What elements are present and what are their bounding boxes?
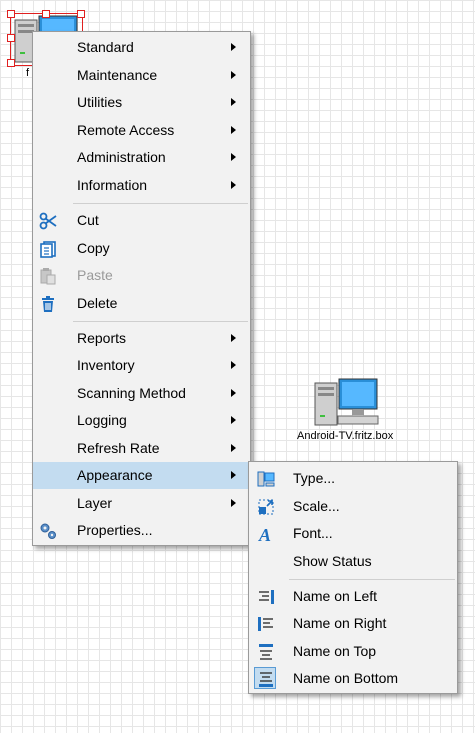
scissors-icon <box>39 212 57 230</box>
menu-item-inventory[interactable]: Inventory <box>33 352 250 379</box>
menu-item-layer[interactable]: Layer <box>33 490 250 517</box>
paste-icon <box>40 268 56 285</box>
menu-item-label: Administration <box>77 149 166 165</box>
menu-item-label: Properties... <box>77 522 153 538</box>
menu-item-scanning-method[interactable]: Scanning Method <box>33 380 250 407</box>
menu-item-label: Maintenance <box>77 67 158 83</box>
gears-icon <box>40 523 56 539</box>
scale-icon <box>258 499 274 515</box>
device-label: Android-TV.fritz.box <box>297 430 394 442</box>
menu-item-copy[interactable]: Copy <box>33 235 250 262</box>
submenu-item-show-status[interactable]: Show Status <box>249 548 457 575</box>
menu-item-label: Name on Bottom <box>293 670 399 686</box>
resize-handle-tc[interactable] <box>42 10 50 18</box>
menu-item-appearance[interactable]: Appearance <box>33 462 250 489</box>
submenu-arrow-icon <box>231 43 236 51</box>
menu-item-label: Delete <box>77 295 118 311</box>
submenu-item-name-on-left[interactable]: Name on Left <box>249 583 457 610</box>
computer-icon <box>314 378 379 426</box>
menu-item-label: Paste <box>77 267 113 283</box>
align-top-icon <box>259 644 273 660</box>
align-bottom-icon <box>259 672 273 687</box>
submenu-arrow-icon <box>231 334 236 342</box>
submenu-item-font[interactable]: A Font... <box>249 520 457 547</box>
menu-item-information[interactable]: Information <box>33 172 250 199</box>
menu-separator <box>73 321 248 322</box>
submenu-arrow-icon <box>231 389 236 397</box>
menu-item-administration[interactable]: Administration <box>33 144 250 171</box>
menu-item-refresh-rate[interactable]: Refresh Rate <box>33 435 250 462</box>
font-icon: A <box>258 525 271 543</box>
submenu-arrow-icon <box>231 71 236 79</box>
trash-icon <box>42 296 54 312</box>
resize-handle-ml[interactable] <box>7 34 15 42</box>
menu-item-reports[interactable]: Reports <box>33 325 250 352</box>
menu-item-label: Layer <box>77 495 113 511</box>
submenu-arrow-icon <box>231 499 236 507</box>
submenu-arrow-icon <box>231 444 236 452</box>
menu-item-label: Font... <box>293 525 333 541</box>
device-label: f <box>26 67 30 79</box>
menu-separator <box>289 579 455 580</box>
menu-item-label: Name on Left <box>293 588 378 604</box>
submenu-item-scale[interactable]: Scale... <box>249 493 457 520</box>
menu-separator <box>73 203 248 204</box>
device-type-icon <box>257 471 275 487</box>
submenu-item-name-on-bottom[interactable]: Name on Bottom <box>249 665 457 692</box>
menu-item-maintenance[interactable]: Maintenance <box>33 62 250 89</box>
menu-item-label: Scale... <box>293 498 340 514</box>
menu-item-label: Refresh Rate <box>77 440 160 456</box>
resize-handle-tr[interactable] <box>77 10 85 18</box>
submenu-item-name-on-top[interactable]: Name on Top <box>249 638 457 665</box>
device-android-tv[interactable]: Android-TV.fritz.box <box>296 377 406 443</box>
menu-item-paste[interactable]: Paste <box>33 262 250 289</box>
align-left-icon <box>259 590 274 604</box>
menu-item-cut[interactable]: Cut <box>33 207 250 234</box>
menu-item-remote-access[interactable]: Remote Access <box>33 117 250 144</box>
context-menu: Standard Maintenance Utilities Remote Ac… <box>32 31 251 546</box>
menu-item-label: Reports <box>77 330 127 346</box>
submenu-arrow-icon <box>231 416 236 424</box>
appearance-submenu: Type... Scale... A Font... Show Status N… <box>248 461 458 694</box>
menu-item-label: Type... <box>293 470 336 486</box>
menu-item-standard[interactable]: Standard <box>33 34 250 61</box>
menu-item-label: Remote Access <box>77 122 175 138</box>
menu-item-label: Cut <box>77 212 99 228</box>
menu-item-label: Appearance <box>77 467 153 483</box>
submenu-arrow-icon <box>231 181 236 189</box>
menu-item-label: Copy <box>77 240 110 256</box>
menu-item-label: Logging <box>77 412 127 428</box>
submenu-item-name-on-right[interactable]: Name on Right <box>249 610 457 637</box>
submenu-arrow-icon <box>231 153 236 161</box>
menu-item-logging[interactable]: Logging <box>33 407 250 434</box>
resize-handle-tl[interactable] <box>7 10 15 18</box>
submenu-arrow-icon <box>231 361 236 369</box>
svg-text:A: A <box>258 525 271 543</box>
menu-item-label: Show Status <box>293 553 372 569</box>
submenu-item-type[interactable]: Type... <box>249 465 457 492</box>
menu-item-properties[interactable]: Properties... <box>33 517 250 544</box>
menu-item-label: Scanning Method <box>77 385 186 401</box>
submenu-arrow-icon <box>231 126 236 134</box>
align-right-icon <box>258 617 273 631</box>
menu-item-utilities[interactable]: Utilities <box>33 89 250 116</box>
menu-item-label: Inventory <box>77 357 135 373</box>
menu-item-label: Name on Top <box>293 643 377 659</box>
menu-item-delete[interactable]: Delete <box>33 290 250 317</box>
menu-item-label: Name on Right <box>293 615 387 631</box>
menu-item-label: Standard <box>77 39 134 55</box>
menu-item-label: Information <box>77 177 148 193</box>
submenu-arrow-icon <box>231 471 236 479</box>
resize-handle-bl[interactable] <box>7 59 15 67</box>
copy-icon <box>40 241 56 258</box>
submenu-arrow-icon <box>231 98 236 106</box>
menu-item-label: Utilities <box>77 94 123 110</box>
